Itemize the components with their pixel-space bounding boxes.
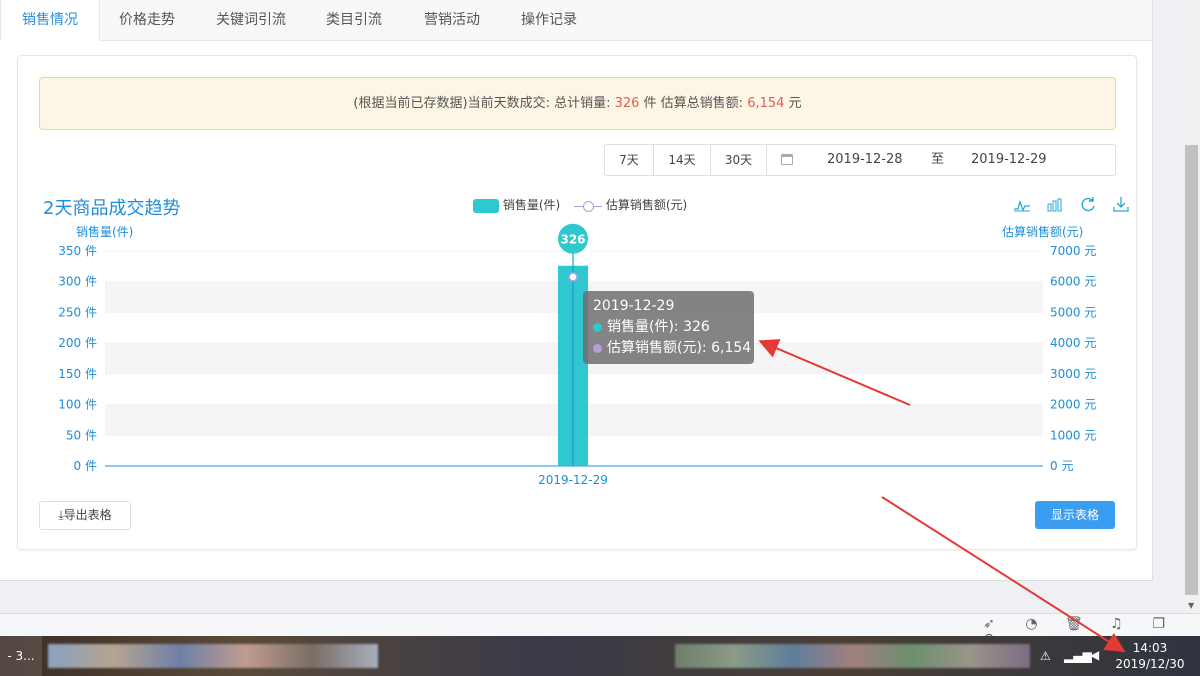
- annotation-arrow-tooltip: [758, 339, 911, 406]
- annotation-arrow-clock: [881, 496, 1126, 653]
- annotation-arrows: [758, 339, 1126, 653]
